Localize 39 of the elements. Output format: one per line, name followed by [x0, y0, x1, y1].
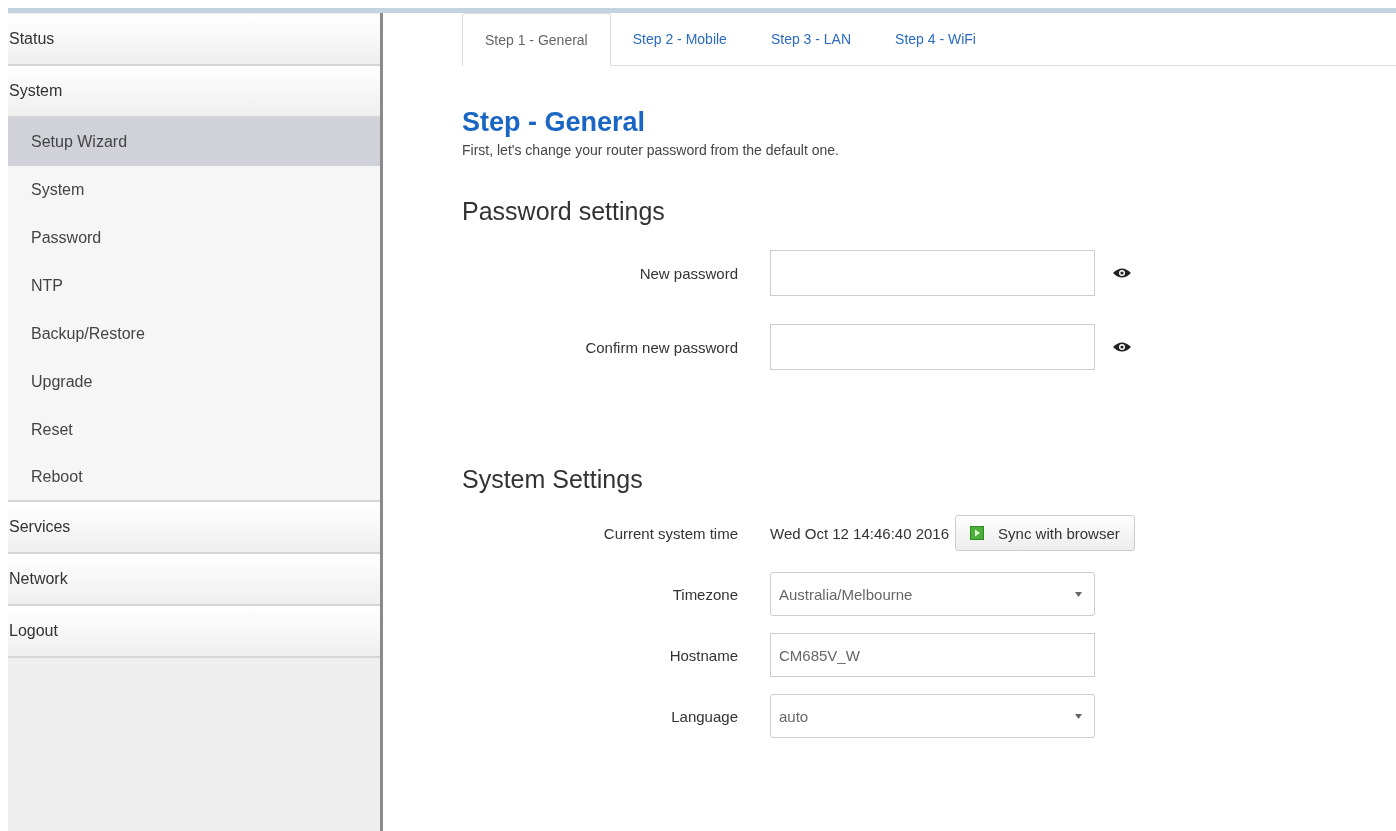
field-label: Confirm new password: [584, 338, 738, 356]
sidebar-item[interactable]: System: [8, 166, 380, 214]
sidebar-section[interactable]: Services: [8, 502, 380, 554]
dropdown[interactable]: auto: [770, 694, 1095, 738]
sync-button[interactable]: Sync with browser: [955, 515, 1135, 551]
sidebar-item[interactable]: Reboot: [8, 454, 380, 502]
field-label: Language: [670, 707, 738, 725]
time-value: Wed Oct 12 14:46:40 2016: [770, 524, 950, 542]
sidebar-item[interactable]: Backup/Restore: [8, 310, 380, 358]
tab[interactable]: Step 1 - General: [462, 13, 611, 66]
field-label: Current system time: [602, 524, 738, 542]
play-icon: [970, 526, 985, 540]
eye-icon[interactable]: [1112, 341, 1132, 353]
field-label: New password: [638, 264, 738, 282]
password-field[interactable]: [770, 250, 1095, 296]
tab[interactable]: Step 2 - Mobile: [610, 13, 749, 66]
text-field[interactable]: CM685V_W: [770, 633, 1095, 677]
sidebar-item[interactable]: Upgrade: [8, 358, 380, 406]
password-field[interactable]: [770, 324, 1095, 370]
page-heading: Step - General: [462, 106, 647, 138]
dropdown[interactable]: Australia/Melbourne: [770, 572, 1095, 616]
sidebar-section[interactable]: Status: [8, 14, 380, 66]
section-title: Password settings: [462, 196, 666, 226]
sidebar-section[interactable]: System: [8, 66, 380, 118]
sidebar-item[interactable]: Reset: [8, 406, 380, 454]
description-text: First, let's change your router password from the default one.: [462, 142, 840, 158]
sidebar-item[interactable]: NTP: [8, 262, 380, 310]
field-label: Hostname: [668, 646, 738, 664]
tab[interactable]: Step 3 - LAN: [748, 13, 874, 66]
eye-icon[interactable]: [1112, 267, 1132, 279]
tab[interactable]: Step 4 - WiFi: [873, 13, 998, 66]
sidebar-item[interactable]: Setup Wizard: [8, 118, 380, 166]
caret-icon: [1075, 713, 1082, 719]
section-title: System Settings: [462, 464, 644, 494]
sidebar-section[interactable]: Logout: [8, 606, 380, 658]
field-label: Timezone: [671, 585, 738, 603]
caret-icon: [1075, 591, 1082, 597]
sidebar-section[interactable]: Network: [8, 554, 380, 606]
sidebar-item[interactable]: Password: [8, 214, 380, 262]
